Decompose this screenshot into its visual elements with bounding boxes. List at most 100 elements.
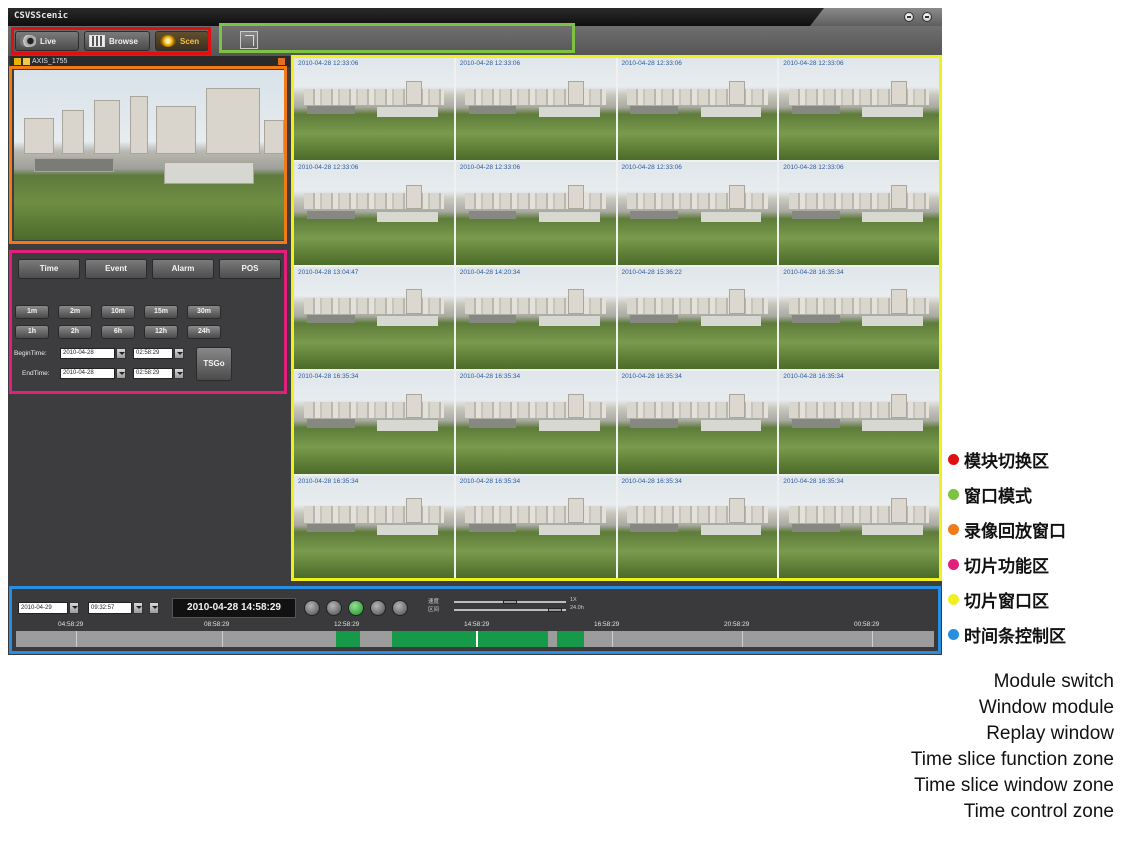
tab-alarm[interactable]: Alarm (152, 259, 214, 279)
legend-item: 窗口模式 (948, 484, 1032, 507)
slice-tile[interactable]: 2010-04-28 12:33:06 (617, 162, 778, 265)
slice-tile[interactable]: 2010-04-28 16:35:34 (294, 475, 454, 578)
slice-timestamp: 2010-04-28 12:33:06 (783, 60, 844, 67)
begin-date-dropdown-icon[interactable] (116, 348, 126, 359)
timeline-tick-label: 20:58:29 (724, 621, 750, 628)
caption-time-control-zone: Time control zone (963, 801, 1114, 822)
timeline-tick-label: 16:58:29 (594, 621, 620, 628)
duration-6h-button[interactable]: 6h (101, 325, 135, 339)
slice-timestamp: 2010-04-28 15:36:22 (621, 268, 682, 276)
step-back-icon[interactable] (326, 600, 342, 616)
slice-timestamp: 2010-04-28 16:35:34 (783, 268, 844, 276)
slice-tile[interactable]: 2010-04-28 14:20:34 (455, 266, 616, 370)
channel-list-icon[interactable] (14, 58, 21, 65)
legend-item: 切片窗口区 (948, 589, 1049, 612)
live-module-button[interactable]: Live (15, 31, 79, 51)
scene-module-button[interactable]: Scen (155, 31, 209, 51)
caption-slice-window-zone: Time slice window zone (914, 775, 1114, 796)
duration-2m-button[interactable]: 2m (58, 305, 92, 319)
speed-label: 速度 (428, 599, 440, 605)
play-icon[interactable] (348, 600, 364, 616)
duration-1h-button[interactable]: 1h (15, 325, 49, 339)
speed-value: 1X (570, 597, 577, 603)
browse-module-button[interactable]: Browse (84, 31, 150, 51)
tab-time[interactable]: Time (18, 259, 80, 279)
slice-tile[interactable]: 2010-04-28 16:35:34 (779, 475, 939, 578)
timeline-tick-label: 08:58:29 (204, 621, 230, 628)
slice-tile[interactable]: 2010-04-28 16:35:34 (617, 475, 778, 578)
panel-toggle-icon[interactable] (278, 58, 285, 65)
control-go-icon[interactable] (149, 602, 159, 614)
duration-10m-button[interactable]: 10m (101, 305, 135, 319)
skip-forward-icon[interactable] (392, 600, 408, 616)
close-icon[interactable] (922, 12, 932, 22)
duration-24h-button[interactable]: 24h (187, 325, 221, 339)
begin-time-spin-icon[interactable] (174, 348, 184, 359)
duration-2h-button[interactable]: 2h (58, 325, 92, 339)
legend-label: 窗口模式 (964, 486, 1032, 507)
slice-tile[interactable]: 2010-04-28 16:35:34 (779, 266, 939, 370)
tsgo-button[interactable]: TSGo (196, 347, 232, 381)
end-time-spin-icon[interactable] (174, 368, 184, 379)
tab-pos[interactable]: POS (219, 259, 281, 279)
end-time-label: EndTime: (22, 370, 50, 377)
legend-dot-icon (948, 523, 959, 535)
slice-tile[interactable]: 2010-04-28 12:33:06 (294, 162, 454, 265)
browse-icon (89, 35, 105, 47)
control-time-spin-icon[interactable] (133, 602, 143, 614)
window-title: CSVSScenic (14, 11, 69, 21)
tab-event[interactable]: Event (85, 259, 147, 279)
slice-timestamp: 2010-04-28 16:35:34 (783, 477, 844, 485)
slice-timestamp: 2010-04-28 16:35:34 (459, 477, 521, 485)
begin-date-field[interactable]: 2010-04-28 (60, 348, 115, 359)
replay-video[interactable] (14, 70, 284, 240)
duration-12h-button[interactable]: 12h (144, 325, 178, 339)
slice-tile[interactable]: 2010-04-28 16:35:34 (779, 371, 939, 474)
slice-tile[interactable]: 2010-04-28 15:36:22 (617, 266, 778, 370)
timeline-tick (76, 631, 77, 647)
slice-timestamp: 2010-04-28 13:04:47 (298, 268, 359, 276)
caption-replay-window: Replay window (986, 723, 1114, 744)
slice-tile[interactable]: 2010-04-28 16:35:34 (455, 475, 616, 578)
slice-tile[interactable]: 2010-04-28 12:33:06 (455, 162, 616, 265)
window-mode-button[interactable] (240, 31, 258, 49)
playhead[interactable] (475, 631, 478, 647)
timeline-track[interactable] (16, 631, 934, 647)
control-date-dropdown-icon[interactable] (69, 602, 79, 614)
slice-timestamp: 2010-04-28 12:33:06 (298, 164, 359, 172)
recorded-segment[interactable] (556, 631, 585, 647)
legend-item: 录像回放窗口 (948, 519, 1066, 542)
step-forward-icon[interactable] (370, 600, 386, 616)
slice-tile[interactable]: 2010-04-28 12:33:06 (294, 58, 454, 161)
slice-tile[interactable]: 2010-04-28 16:35:34 (455, 371, 616, 474)
end-date-field[interactable]: 2010-04-28 (60, 368, 115, 379)
recorded-segment[interactable] (392, 631, 549, 647)
slice-tile[interactable]: 2010-04-28 13:04:47 (294, 266, 454, 370)
control-date-field[interactable]: 2010-04-29 (18, 602, 68, 614)
slice-timestamp: 2010-04-28 12:33:06 (783, 164, 844, 172)
recorded-segment[interactable] (336, 631, 361, 647)
duration-1m-button[interactable]: 1m (15, 305, 49, 319)
slice-tile[interactable]: 2010-04-28 16:35:34 (617, 371, 778, 474)
slice-tile[interactable]: 2010-04-28 12:33:06 (779, 58, 939, 161)
minimize-icon[interactable] (904, 12, 914, 22)
begin-time-label: BeginTime: (14, 350, 47, 357)
slice-tile[interactable]: 2010-04-28 16:35:34 (294, 371, 454, 474)
end-time-field[interactable]: 02:58:29 (133, 368, 173, 379)
speed-slider-handle[interactable] (503, 600, 517, 604)
skip-back-icon[interactable] (304, 600, 320, 616)
begin-time-field[interactable]: 02:58:29 (133, 348, 173, 359)
span-slider-handle[interactable] (548, 608, 562, 612)
title-bar: CSVSScenic (8, 8, 942, 26)
slice-tile[interactable]: 2010-04-28 12:33:06 (779, 162, 939, 265)
duration-30m-button[interactable]: 30m (187, 305, 221, 319)
end-date-dropdown-icon[interactable] (116, 368, 126, 379)
module-toolbar: Live Browse Scen (8, 26, 942, 56)
slice-timestamp: 2010-04-28 16:35:34 (783, 373, 844, 381)
slice-tile[interactable]: 2010-04-28 12:33:06 (455, 58, 616, 161)
duration-15m-button[interactable]: 15m (144, 305, 178, 319)
slice-timestamp: 2010-04-28 12:33:06 (459, 60, 521, 67)
timeline-tick (742, 631, 743, 647)
control-time-field[interactable]: 09:32:57 (88, 602, 132, 614)
slice-tile[interactable]: 2010-04-28 12:33:06 (617, 58, 778, 161)
